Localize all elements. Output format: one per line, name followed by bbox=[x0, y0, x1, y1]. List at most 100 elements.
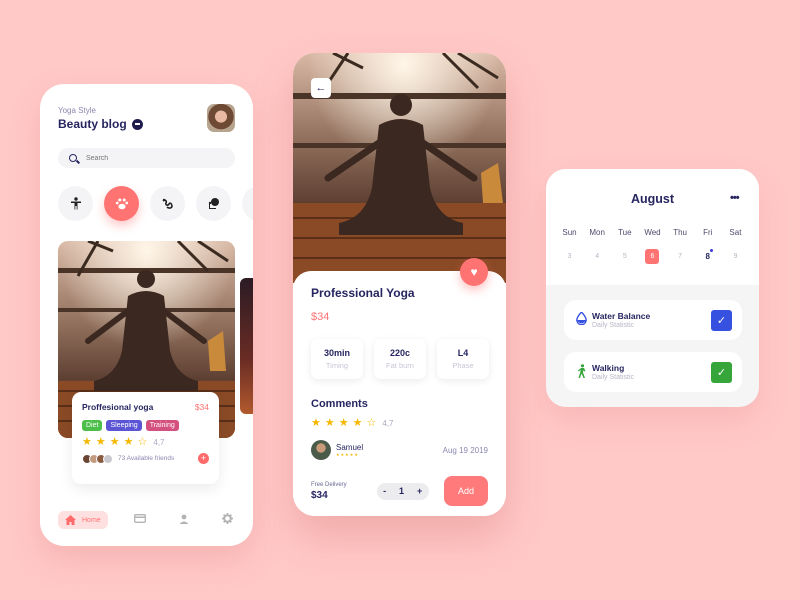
stat-label: Phase bbox=[452, 361, 474, 370]
nav-profile[interactable] bbox=[173, 514, 195, 527]
star-icon: ★ bbox=[352, 417, 363, 429]
comment-item[interactable]: Samuel ★★★★★ Aug 19 2019 bbox=[311, 440, 488, 460]
task-name: Walking bbox=[592, 363, 625, 373]
weekday-label: Fri bbox=[703, 228, 713, 237]
walking-icon bbox=[574, 363, 588, 381]
calendar-card: August ••• Sun Mon Tue Wed Thu Fri Sat 3… bbox=[546, 169, 759, 407]
commenter-name: Samuel bbox=[336, 443, 364, 452]
stat-phase: L4 Phase bbox=[437, 339, 489, 379]
task-checkbox[interactable]: ✓ bbox=[711, 309, 732, 331]
stat-fat-burn: 220c Fat burn bbox=[374, 339, 426, 379]
rating-value: 4,7 bbox=[153, 438, 165, 447]
category-pose[interactable] bbox=[150, 186, 185, 221]
person-stretch-icon bbox=[70, 197, 81, 210]
rating-value: 4,7 bbox=[382, 419, 394, 428]
category-stretch[interactable] bbox=[58, 186, 93, 221]
back-button[interactable]: ← bbox=[311, 78, 331, 98]
next-class-preview[interactable] bbox=[240, 278, 253, 414]
half-star-icon: ☆ bbox=[366, 417, 377, 429]
quantity-stepper[interactable]: - 1 + bbox=[376, 482, 429, 500]
tag-sleeping[interactable]: Sleeping bbox=[106, 420, 142, 431]
star-icon: ★ bbox=[82, 436, 92, 448]
nav-home[interactable]: Home bbox=[58, 511, 108, 529]
more-options-icon[interactable]: ••• bbox=[730, 192, 740, 204]
paw-icon bbox=[115, 198, 128, 210]
search-input[interactable] bbox=[86, 154, 216, 162]
task-subtitle: Daily Statistic bbox=[592, 374, 635, 381]
comments-heading: Comments bbox=[311, 398, 368, 410]
star-icon: ★ bbox=[311, 417, 321, 429]
task-walking[interactable]: Walking Daily Statistic ✓ bbox=[564, 352, 742, 392]
add-friend-button[interactable]: + bbox=[198, 453, 209, 464]
star-icon: ★ bbox=[123, 436, 134, 448]
calendar-day[interactable]: 7 bbox=[668, 249, 693, 264]
task-water-balance[interactable]: Water Balance Daily Statistic ✓ bbox=[564, 300, 742, 340]
tag-diet[interactable]: Diet bbox=[82, 420, 103, 431]
stat-value: 220c bbox=[389, 348, 411, 358]
class-info-card[interactable]: Proffesional yoga $34 Diet Sleeping Trai… bbox=[72, 392, 219, 484]
weekday-label: Tue bbox=[618, 228, 632, 237]
nav-settings[interactable] bbox=[216, 513, 238, 527]
category-paw[interactable] bbox=[104, 186, 139, 221]
calendar-day[interactable]: 5 bbox=[612, 249, 637, 264]
weekday-label: Sat bbox=[729, 228, 742, 237]
category-more[interactable] bbox=[242, 186, 253, 221]
heart-icon: ♥ bbox=[470, 265, 478, 279]
search-icon bbox=[69, 154, 77, 162]
add-button[interactable]: Add bbox=[444, 476, 488, 506]
arrow-left-icon: ← bbox=[315, 82, 327, 94]
nav-wallet[interactable] bbox=[129, 514, 151, 526]
search-bar[interactable] bbox=[58, 148, 235, 168]
increase-button[interactable]: + bbox=[417, 486, 422, 496]
calendar-day[interactable]: 9 bbox=[723, 249, 748, 264]
rating-stars: ★ ★ ★ ★ ☆ 4,7 bbox=[82, 437, 209, 448]
purchase-bar: Free Delivery $34 - 1 + Add bbox=[311, 476, 488, 506]
quantity-value: 1 bbox=[399, 486, 405, 496]
blog-title-text: Beauty blog bbox=[58, 117, 127, 131]
star-icon: ★ bbox=[338, 417, 349, 429]
calendar-day-selected[interactable]: 6 bbox=[640, 249, 665, 264]
half-star-icon: ☆ bbox=[137, 436, 148, 448]
delivery-label: Free Delivery bbox=[311, 481, 347, 488]
weekday-label: Sun bbox=[562, 228, 577, 237]
class-price: $34 bbox=[311, 311, 330, 323]
blog-title[interactable]: Beauty blog bbox=[58, 117, 143, 131]
stat-value: 30min bbox=[323, 348, 350, 358]
star-icon: ★ bbox=[109, 436, 120, 448]
task-checkbox[interactable]: ✓ bbox=[711, 361, 732, 383]
tree-icon bbox=[208, 198, 219, 209]
rating-stars: ★ ★ ★ ★ ☆ 4,7 bbox=[311, 418, 394, 429]
tag-list: Diet Sleeping Training bbox=[82, 420, 209, 431]
water-drop-icon bbox=[574, 310, 588, 328]
yoga-pose-icon bbox=[162, 198, 173, 209]
class-title: Professional Yoga bbox=[311, 286, 415, 300]
user-icon bbox=[179, 514, 189, 524]
dropdown-icon[interactable] bbox=[131, 118, 143, 130]
selected-day-value: 6 bbox=[645, 249, 660, 264]
bottom-nav: Home bbox=[58, 510, 238, 530]
calendar-header bbox=[546, 169, 759, 285]
favorite-button[interactable]: ♥ bbox=[460, 258, 488, 286]
calendar-day-marked[interactable]: 8 bbox=[695, 249, 720, 264]
weekday-label: Wed bbox=[644, 228, 661, 237]
user-avatar[interactable] bbox=[207, 104, 235, 132]
star-icon: ★ bbox=[324, 417, 335, 429]
calendar-month[interactable]: August bbox=[546, 192, 759, 206]
class-price: $34 bbox=[194, 402, 209, 412]
friends-row: 73 Available friends + bbox=[82, 453, 209, 464]
blog-screen: Yoga Style Beauty blog Search Proffesion… bbox=[40, 84, 253, 546]
day-row: 3 4 5 6 7 8 9 bbox=[557, 249, 748, 264]
calendar-day[interactable]: 4 bbox=[585, 249, 610, 264]
gear-icon bbox=[221, 513, 233, 524]
weekday-label: Mon bbox=[589, 228, 605, 237]
home-icon bbox=[65, 515, 76, 525]
decrease-button[interactable]: - bbox=[383, 486, 386, 496]
calendar-day[interactable]: 3 bbox=[557, 249, 582, 264]
tag-training[interactable]: Training bbox=[145, 420, 179, 431]
stat-timing: 30min Timing bbox=[311, 339, 363, 379]
class-title: Proffesional yoga bbox=[82, 402, 154, 412]
comment-date: Aug 19 2019 bbox=[442, 445, 488, 455]
total-price: $34 bbox=[311, 489, 328, 501]
category-meditate[interactable] bbox=[196, 186, 231, 221]
category-list bbox=[58, 186, 253, 221]
